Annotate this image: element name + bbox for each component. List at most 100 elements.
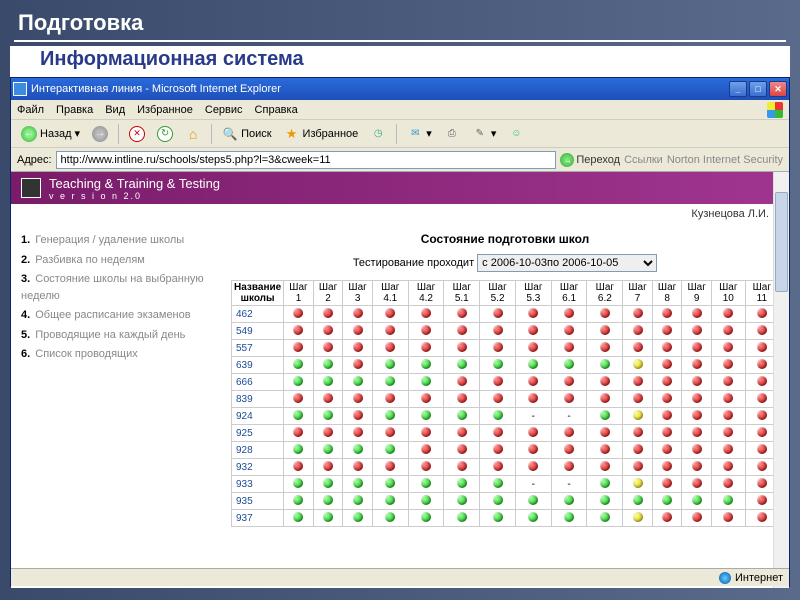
col-step: Шаг 5.2 xyxy=(480,281,516,306)
go-button[interactable]: →Переход xyxy=(560,153,620,167)
school-id[interactable]: 839 xyxy=(232,391,284,408)
mail-button[interactable]: ▾ xyxy=(403,124,436,144)
status-dot-icon xyxy=(662,461,672,471)
refresh-button[interactable] xyxy=(153,124,177,144)
school-id[interactable]: 937 xyxy=(232,510,284,527)
norton-label[interactable]: Norton Internet Security xyxy=(667,154,783,166)
status-cell xyxy=(711,476,745,493)
status-dot-icon xyxy=(353,359,363,369)
status-dot-icon xyxy=(692,512,702,522)
school-id[interactable]: 462 xyxy=(232,306,284,323)
status-cell xyxy=(515,340,551,357)
status-cell xyxy=(515,442,551,459)
status-dot-icon xyxy=(564,393,574,403)
table-row: 925 xyxy=(232,425,779,442)
history-button[interactable] xyxy=(366,124,390,144)
links-label[interactable]: Ссылки xyxy=(624,154,663,166)
status-cell xyxy=(623,408,653,425)
star-icon xyxy=(284,126,300,142)
status-dot-icon xyxy=(457,376,467,386)
school-id[interactable]: 924 xyxy=(232,408,284,425)
favorites-button[interactable]: Избранное xyxy=(280,124,363,144)
scrollbar[interactable] xyxy=(773,172,789,588)
status-dot-icon xyxy=(600,308,610,318)
menu-tools[interactable]: Сервис xyxy=(205,104,243,116)
status-cell xyxy=(587,425,623,442)
status-dot-icon xyxy=(421,393,431,403)
status-cell xyxy=(623,391,653,408)
table-row: 924-- xyxy=(232,408,779,425)
menu-view[interactable]: Вид xyxy=(105,104,125,116)
school-id[interactable]: 928 xyxy=(232,442,284,459)
status-dot-icon xyxy=(493,325,503,335)
status-dot-icon xyxy=(600,427,610,437)
status-dot-icon xyxy=(662,478,672,488)
sidebar-item[interactable]: 5. Проводящие на каждый день xyxy=(21,327,221,344)
status-dot-icon xyxy=(662,444,672,454)
status-dot-icon xyxy=(692,308,702,318)
status-dot-icon xyxy=(323,359,333,369)
school-id[interactable]: 932 xyxy=(232,459,284,476)
school-id[interactable]: 925 xyxy=(232,425,284,442)
ie-icon xyxy=(13,82,27,96)
col-step: Шаг 4.1 xyxy=(372,281,408,306)
sidebar-item[interactable]: 4. Общее расписание экзаменов xyxy=(21,307,221,324)
maximize-button[interactable]: □ xyxy=(749,81,767,97)
status-cell xyxy=(444,476,480,493)
back-button[interactable]: Назад ▾ xyxy=(17,124,84,144)
status-dot-icon xyxy=(757,342,767,352)
home-button[interactable] xyxy=(181,124,205,144)
status-cell xyxy=(623,357,653,374)
sidebar-item[interactable]: 2. Разбивка по неделям xyxy=(21,252,221,269)
sidebar-item[interactable]: 3. Состояние школы на выбранную неделю xyxy=(21,271,221,304)
status-cell xyxy=(682,493,712,510)
status-cell xyxy=(652,408,682,425)
status-dot-icon xyxy=(421,512,431,522)
status-cell xyxy=(682,408,712,425)
menu-edit[interactable]: Правка xyxy=(56,104,93,116)
status-dot-icon xyxy=(353,444,363,454)
table-row: 666 xyxy=(232,374,779,391)
status-dot-icon xyxy=(723,495,733,505)
status-dot-icon xyxy=(633,478,643,488)
period-select[interactable]: с 2006-10-03по 2006-10-05 xyxy=(477,254,657,272)
status-cell xyxy=(408,459,444,476)
status-dot-icon xyxy=(528,342,538,352)
status-cell xyxy=(480,408,516,425)
minimize-button[interactable]: _ xyxy=(729,81,747,97)
menu-help[interactable]: Справка xyxy=(255,104,298,116)
forward-button[interactable] xyxy=(88,124,112,144)
status-dot-icon xyxy=(528,359,538,369)
status-cell xyxy=(408,442,444,459)
table-row: 549 xyxy=(232,323,779,340)
school-id[interactable]: 935 xyxy=(232,493,284,510)
menu-file[interactable]: Файл xyxy=(17,104,44,116)
sidebar-item[interactable]: 1. Генерация / удаление школы xyxy=(21,232,221,249)
scrollbar-thumb[interactable] xyxy=(775,192,788,292)
print-button[interactable] xyxy=(440,124,464,144)
sidebar-item[interactable]: 6. Список проводящих xyxy=(21,346,221,363)
school-id[interactable]: 639 xyxy=(232,357,284,374)
status-cell xyxy=(587,493,623,510)
address-input[interactable] xyxy=(56,151,557,169)
school-id[interactable]: 666 xyxy=(232,374,284,391)
school-id[interactable]: 549 xyxy=(232,323,284,340)
status-dot-icon xyxy=(662,308,672,318)
status-dot-icon xyxy=(692,410,702,420)
close-button[interactable]: ✕ xyxy=(769,81,787,97)
status-dot-icon xyxy=(421,478,431,488)
globe-icon xyxy=(719,572,731,584)
status-dot-icon xyxy=(421,410,431,420)
stop-button[interactable] xyxy=(125,124,149,144)
school-id[interactable]: 557 xyxy=(232,340,284,357)
page-content: Teaching & Training & Testing v e r s i … xyxy=(11,172,789,588)
school-id[interactable]: 933 xyxy=(232,476,284,493)
status-cell xyxy=(480,340,516,357)
status-cell xyxy=(343,408,373,425)
username: Кузнецова Л.И. xyxy=(11,204,789,224)
edit-button[interactable]: ▾ xyxy=(468,124,501,144)
menu-favorites[interactable]: Избранное xyxy=(137,104,193,116)
messenger-button[interactable] xyxy=(504,124,528,144)
status-cell xyxy=(682,476,712,493)
search-button[interactable]: Поиск xyxy=(218,124,275,144)
